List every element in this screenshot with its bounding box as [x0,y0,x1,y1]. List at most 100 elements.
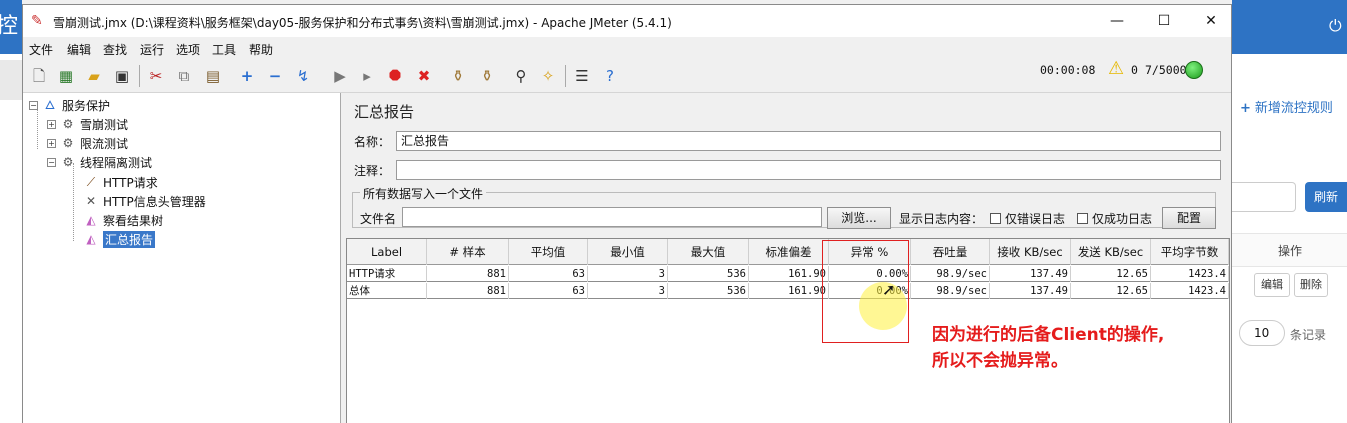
cell-sent-kb: 12.65 [1071,283,1151,299]
cell-average: 63 [509,283,588,299]
menu-options[interactable]: 选项 [176,41,200,58]
sampler-pipette-icon: ⟋ [86,175,96,189]
collapse-all-icon[interactable]: − [265,66,285,86]
background-search-input[interactable] [1232,182,1296,212]
copy-icon[interactable]: ⧉ [174,66,194,86]
save-icon[interactable]: ▣ [112,66,132,86]
tree-node-header-manager[interactable]: ✕ HTTP信息头管理器 [83,192,206,210]
tree-node-summary-report[interactable]: ◭ 汇总报告 [83,230,156,248]
tree-node-view-results-tree[interactable]: ◭ 察看结果树 [83,211,163,229]
cut-icon[interactable]: ✂ [146,66,166,86]
cell-min: 3 [588,266,668,282]
tree-node-label: 汇总报告 [103,230,156,248]
clear-icon[interactable]: ⚱ [448,66,468,86]
cell-samples: 881 [427,266,509,282]
expand-all-icon[interactable]: + [237,66,257,86]
table-row[interactable]: HTTP请求 881 63 3 536 161.90 0.00% 98.9/se… [347,266,1229,282]
file-section-legend: 所有数据写入一个文件 [360,185,487,202]
delete-button[interactable]: 删除 [1294,273,1328,297]
minimize-button[interactable]: — [1102,11,1132,31]
checkbox-box[interactable] [990,213,1001,224]
cell-samples: 881 [427,283,509,299]
annotation-line-1: 因为进行的后备Client的操作, [932,325,1165,345]
filename-label: 文件名 [360,212,397,226]
col-sent-kb[interactable]: 发送 KB/sec [1071,239,1151,265]
refresh-button[interactable]: 刷新 [1305,182,1347,212]
tree-node-http-request[interactable]: ⟋ HTTP请求 [83,173,158,191]
page-size-select[interactable]: 10 [1239,320,1285,346]
menu-search[interactable]: 查找 [103,41,127,58]
start-icon[interactable]: ▶ [330,66,350,86]
checkbox-box[interactable] [1077,213,1088,224]
open-icon[interactable]: ▰ [84,66,104,86]
collapse-toggle-icon[interactable]: − [47,157,56,167]
expand-toggle-icon[interactable]: + [47,119,56,129]
mouse-pointer-icon: ➚ [882,280,896,299]
col-stddev[interactable]: 标准偏差 [749,239,829,265]
cell-sent-kb: 12.65 [1071,266,1151,282]
tree-node-label: 察看结果树 [103,213,164,228]
stop-icon[interactable]: ⯃ [385,66,405,86]
errors-only-checkbox[interactable]: 仅错误日志 [990,210,1065,227]
menu-edit[interactable]: 编辑 [67,41,91,58]
col-avg-bytes[interactable]: 平均字节数 [1151,239,1229,265]
help-icon[interactable]: ? [600,66,620,86]
browse-button[interactable]: 浏览... [827,207,891,229]
shutdown-icon[interactable]: ✖ [414,66,434,86]
col-label[interactable]: Label [347,239,427,265]
tree-node-label: HTTP信息头管理器 [103,194,206,209]
add-flow-rule-link[interactable]: + 新增流控规则 [1240,97,1333,116]
page-size-label: 条记录 [1290,328,1327,342]
annotation-line-2: 所以不会抛异常。 [932,351,1068,371]
tree-node-root[interactable]: − 🜂 服务保护 [29,96,110,114]
close-button[interactable]: ✕ [1196,11,1226,31]
cell-received-kb: 137.49 [990,266,1071,282]
maximize-button[interactable]: ☐ [1149,11,1179,31]
comment-label: 注释： [354,164,391,178]
search-binoculars-icon[interactable]: ⚲ [511,66,531,86]
toggle-icon[interactable]: ↯ [293,66,313,86]
col-average[interactable]: 平均值 [509,239,588,265]
col-min[interactable]: 最小值 [588,239,668,265]
warning-triangle-icon[interactable]: ⚠ [1108,59,1124,79]
listener-chart-icon: ◭ [86,232,96,246]
expand-toggle-icon[interactable]: + [47,138,56,148]
comment-input[interactable] [396,160,1221,180]
menu-tools[interactable]: 工具 [212,41,236,58]
success-only-checkbox[interactable]: 仅成功日志 [1077,210,1152,227]
templates-icon[interactable]: ▦ [56,66,76,86]
function-helper-icon[interactable]: ☰ [572,66,592,86]
annotation-highlight-box [822,240,909,343]
paste-icon[interactable]: ▤ [203,66,223,86]
table-header: Label # 样本 平均值 最小值 最大值 标准偏差 异常 % 吞吐量 接收 … [347,239,1229,265]
reset-search-icon[interactable]: ✧ [538,66,558,86]
name-input[interactable]: 汇总报告 [396,131,1221,151]
table-row[interactable]: 总体 881 63 3 536 161.90 0.00% 98.9/sec 13… [347,283,1229,299]
col-throughput[interactable]: 吞吐量 [911,239,990,265]
col-max[interactable]: 最大值 [668,239,749,265]
tree-node-label: 雪崩测试 [80,117,129,132]
tree-node-rate-limit-test[interactable]: + ⚙ 限流测试 [47,134,128,152]
add-flow-rule-label: 新增流控规则 [1254,101,1333,116]
start-no-pause-icon[interactable]: ▸ [357,66,377,86]
collapse-toggle-icon[interactable]: − [29,100,38,110]
plus-icon: + [1240,101,1251,116]
tree-node-thread-isolation-test[interactable]: − ⚙ 线程隔离测试 [47,153,152,171]
new-icon[interactable]: 🗋 [29,66,49,86]
logout-icon[interactable]: ⏻ [1329,16,1343,36]
col-samples[interactable]: # 样本 [427,239,509,265]
menu-file[interactable]: 文件 [29,41,53,58]
test-plan-tree: − 🜂 服务保护 + ⚙ 雪崩测试 + ⚙ 限流测试 − ⚙ 线程隔离测试 ⟋ [23,93,341,423]
clear-all-icon[interactable]: ⚱ [477,66,497,86]
cell-throughput: 98.9/sec [911,266,990,282]
filename-input[interactable] [402,207,822,227]
menu-run[interactable]: 运行 [140,41,164,58]
cell-min: 3 [588,283,668,299]
menu-help[interactable]: 帮助 [249,41,273,58]
edit-button[interactable]: 编辑 [1254,273,1290,297]
tree-node-label: 限流测试 [80,136,129,151]
cell-max: 536 [668,283,749,299]
tree-node-avalanche-test[interactable]: + ⚙ 雪崩测试 [47,115,128,133]
configure-button[interactable]: 配置 [1162,207,1216,229]
col-received-kb[interactable]: 接收 KB/sec [990,239,1071,265]
